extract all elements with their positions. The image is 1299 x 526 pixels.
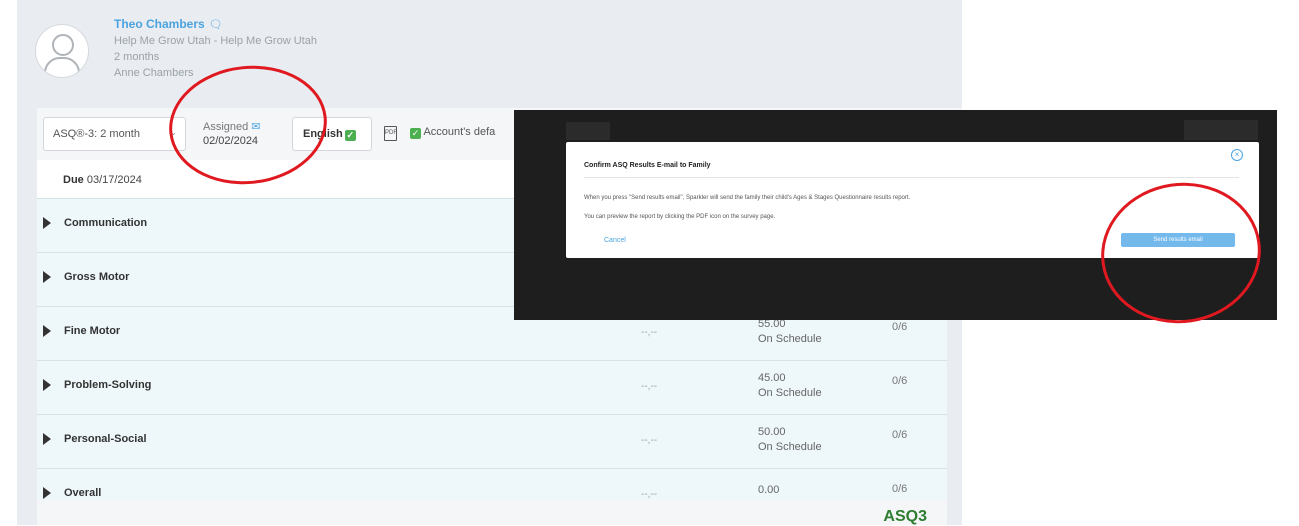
modal-title: Confirm ASQ Results E-mail to Family [584,162,711,169]
pdf-icon[interactable]: PDF [384,126,397,141]
modal-body-line-1: When you press "Send results email", Spa… [584,195,911,201]
age-text: 2 months [114,51,160,63]
child-name-link[interactable]: Theo Chambers 🗨 [114,17,223,31]
check-icon: ✓ [344,130,356,141]
footer: ASQ3 [37,500,947,525]
profile-header: Theo Chambers 🗨 Help Me Grow Utah - Help … [17,0,962,105]
cancel-button[interactable]: Cancel [604,237,626,244]
questionnaire-select[interactable]: ASQ®-3: 2 month ⌄ [43,117,186,151]
account-default-checkbox[interactable]: ✓ Account's defa [408,126,495,139]
guardian-text: Anne Chambers [114,67,194,79]
program-text: Help Me Grow Utah - Help Me Grow Utah [114,35,317,47]
domain-row-problem-solving[interactable]: Problem-Solving --,-- 45.00 On Schedule 0… [37,360,947,414]
chat-icon[interactable]: 🗨 [209,19,223,31]
asq3-logo: ASQ3 [883,508,927,525]
modal-body-line-2: You can preview the report by clicking t… [584,214,776,220]
avatar-icon [35,24,89,78]
expand-triangle-icon[interactable] [43,487,51,499]
expand-triangle-icon[interactable] [43,325,51,337]
modal-divider [584,177,1239,178]
expand-triangle-icon[interactable] [43,271,51,283]
close-icon[interactable]: × [1231,149,1243,161]
check-icon: ✓ [410,128,421,139]
domain-row-personal-social[interactable]: Personal-Social --,-- 50.00 On Schedule 0… [37,414,947,468]
expand-triangle-icon[interactable] [43,433,51,445]
expand-triangle-icon[interactable] [43,217,51,229]
expand-triangle-icon[interactable] [43,379,51,391]
